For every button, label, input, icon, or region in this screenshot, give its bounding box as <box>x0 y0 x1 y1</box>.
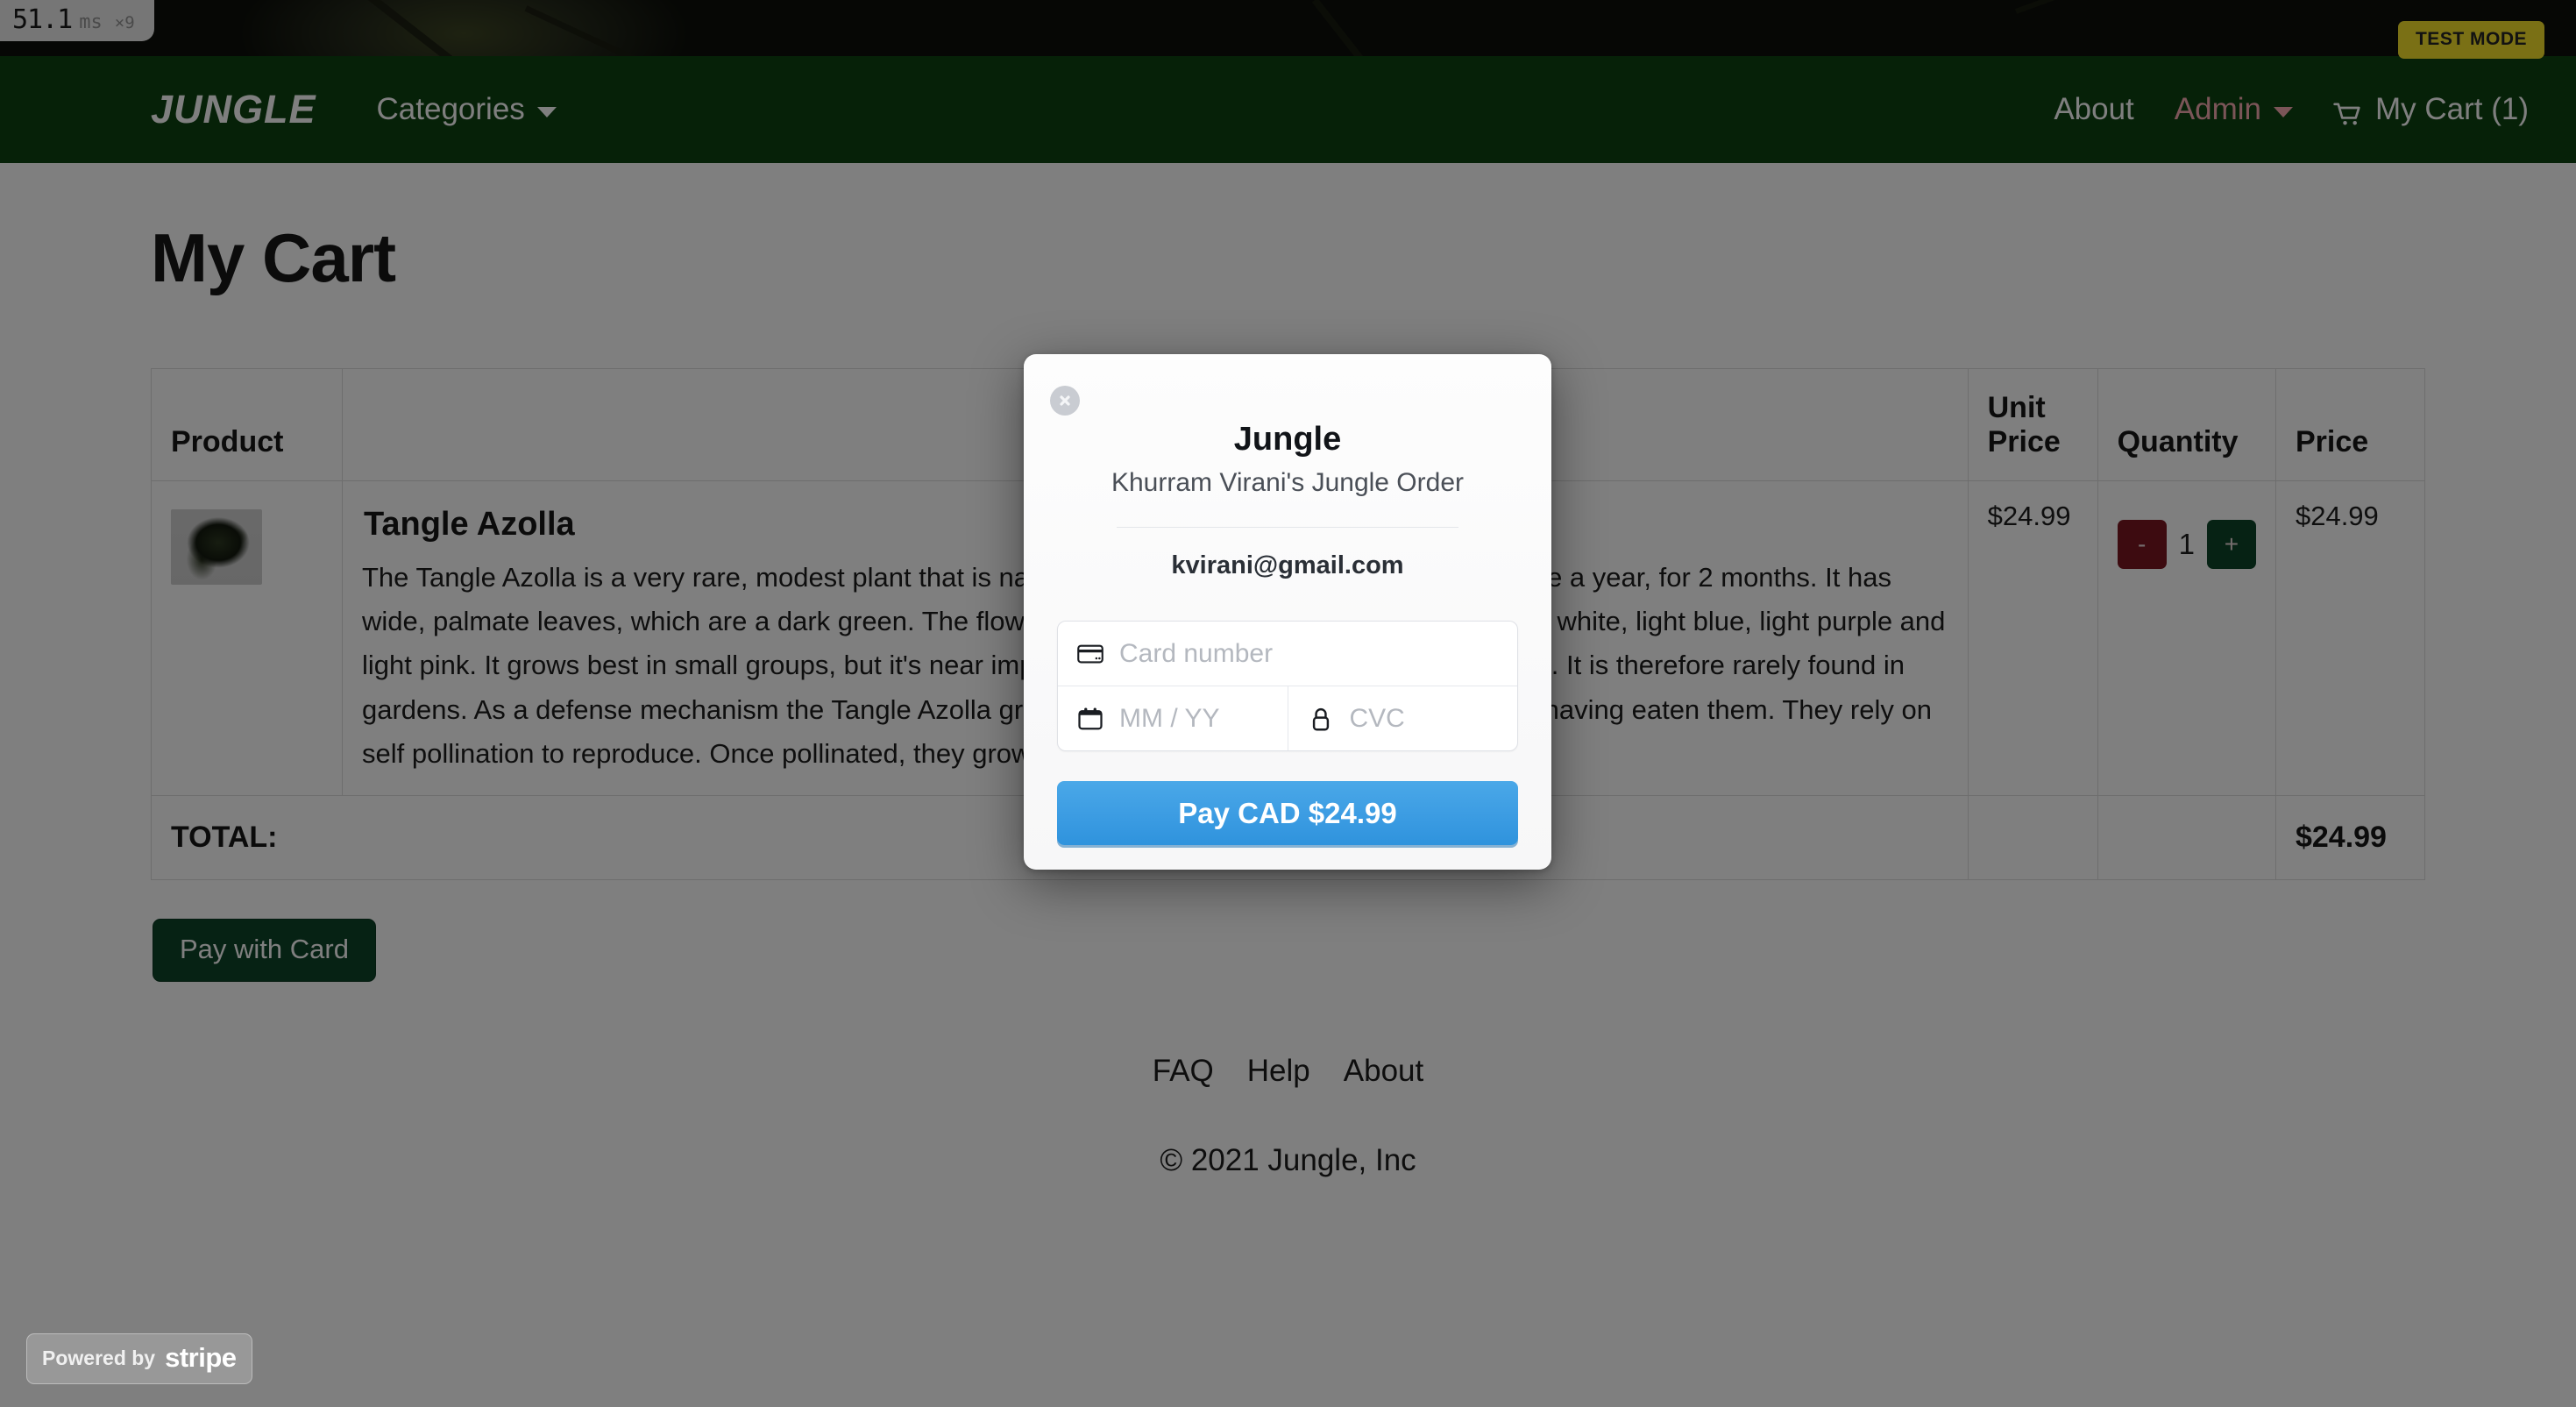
close-x-glyph <box>1060 395 1070 406</box>
perf-multiplier: ×9 <box>114 13 135 32</box>
stripe-checkout-modal: Jungle Khurram Virani's Jungle Order kvi… <box>1024 354 1551 870</box>
calendar-icon <box>1077 706 1103 732</box>
card-number-placeholder: Card number <box>1119 638 1274 668</box>
card-number-row: Card number <box>1058 622 1517 686</box>
close-icon[interactable] <box>1050 386 1080 416</box>
merchant-name: Jungle <box>1233 421 1342 458</box>
powered-by-stripe-badge[interactable]: Powered by stripe <box>26 1333 252 1384</box>
credit-card-icon <box>1077 641 1103 667</box>
performance-overlay: 51.1 ms ×9 <box>0 0 154 41</box>
lock-icon <box>1308 706 1334 732</box>
card-expiry-placeholder: MM / YY <box>1119 703 1220 733</box>
modal-divider <box>1117 527 1458 528</box>
stripe-logo: stripe <box>165 1342 237 1373</box>
powered-by-label: Powered by <box>42 1346 156 1369</box>
customer-email: kvirani@gmail.com <box>1171 551 1404 579</box>
perf-ms-unit: ms <box>79 11 103 33</box>
order-description: Khurram Virani's Jungle Order <box>1111 468 1464 497</box>
expiry-cvc-row: MM / YY CVC <box>1058 686 1517 750</box>
card-payment-form: Card number MM / YY CVC <box>1057 621 1518 751</box>
perf-ms-value: 51.1 <box>12 4 73 35</box>
card-cvc-field[interactable]: CVC <box>1287 686 1518 750</box>
card-number-field[interactable]: Card number <box>1058 622 1517 686</box>
card-cvc-placeholder: CVC <box>1349 703 1405 733</box>
submit-payment-button[interactable]: Pay CAD $24.99 <box>1057 781 1518 845</box>
card-expiry-field[interactable]: MM / YY <box>1058 686 1288 750</box>
